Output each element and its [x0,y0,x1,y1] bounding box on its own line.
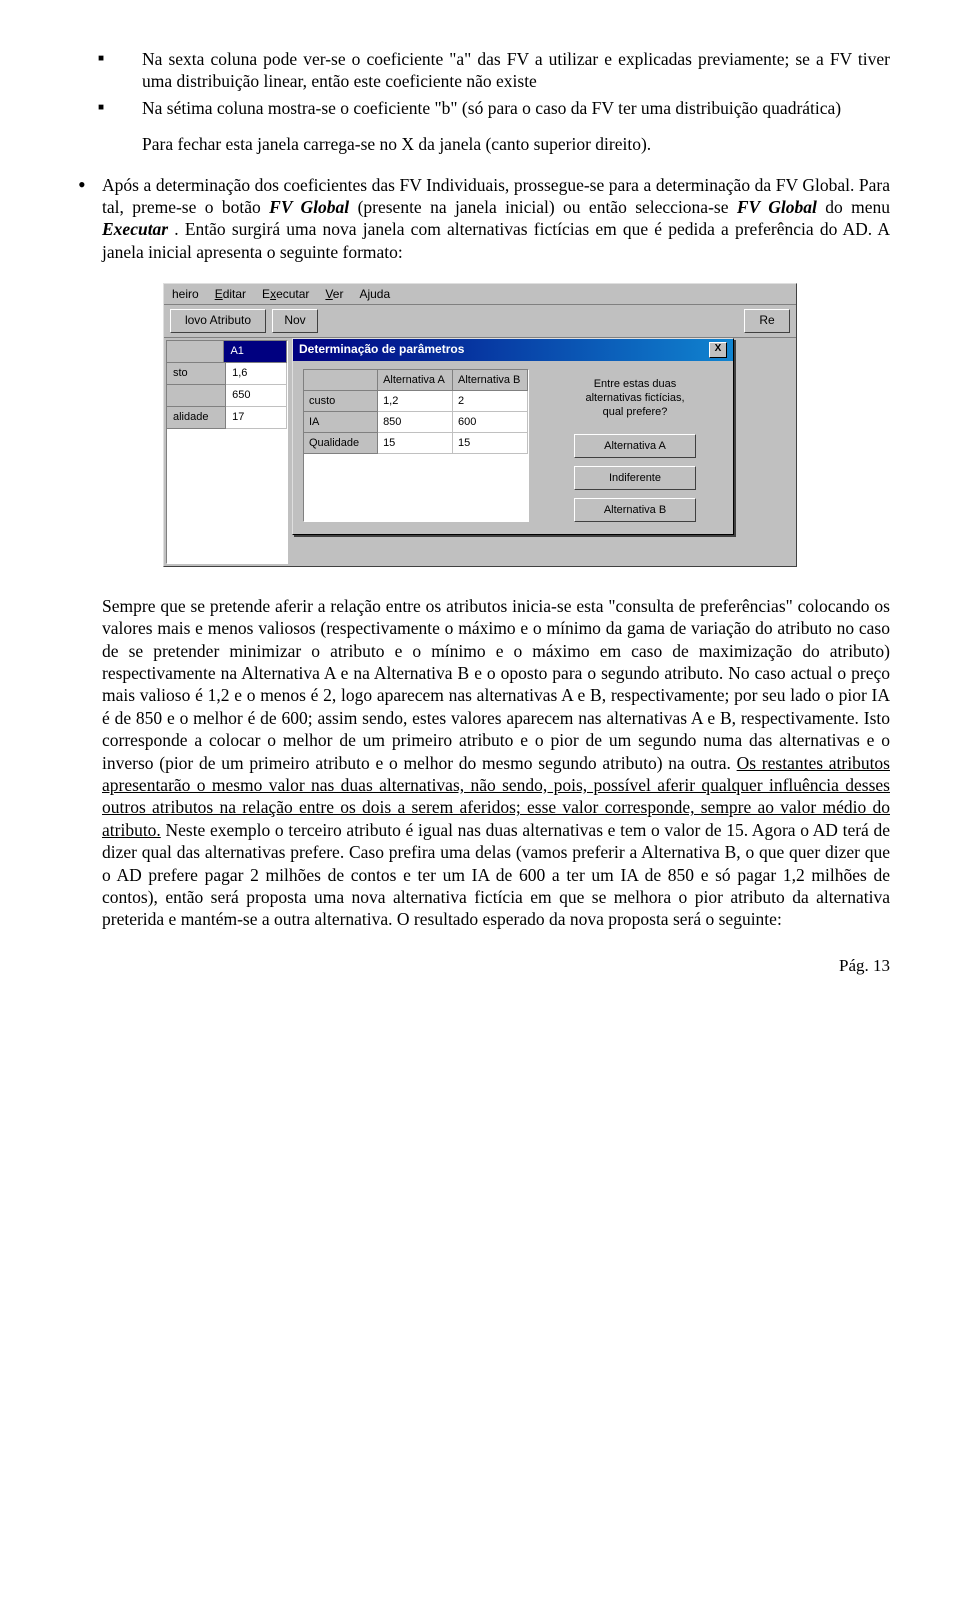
client-area: A1 sto 1,6 650 alidade 17 Determinação d… [164,338,796,566]
text-segment: Sempre que se pretende aferir a relação … [102,596,890,773]
menu-ajuda[interactable]: Ajuda [359,287,390,302]
row-header: IA [304,412,378,433]
text-segment: . Então surgirá uma nova janela com alte… [102,219,890,261]
grid-cell[interactable]: 17 [226,407,287,429]
fv-global-term: FV Global [269,197,349,217]
menu-bar: heiro Editar Executar Ver Ajuda [164,284,796,305]
grid-col-header[interactable]: A1 [224,341,287,363]
grid-cell[interactable]: 600 [453,412,528,433]
menu-executar[interactable]: Executar [262,287,309,302]
grid-cell[interactable]: 650 [226,385,287,407]
novo-atributo-button[interactable]: lovo Atributo [170,309,266,332]
background-grid[interactable]: A1 sto 1,6 650 alidade 17 [166,340,288,564]
grid-cell[interactable]: 15 [378,433,453,454]
bullet-item: Na sétima coluna mostra-se o coeficiente… [142,97,890,119]
dialog-right-pane: Entre estas duas alternativas fictícias,… [547,369,723,522]
toolbar: lovo Atributo Nov Re [164,305,796,337]
grid-corner [304,370,378,391]
closing-instruction: Para fechar esta janela carrega-se no X … [142,133,890,155]
grid-row-header: alidade [167,407,226,429]
fv-global-term: FV Global [737,197,817,217]
re-button[interactable]: Re [744,309,790,332]
bullet-item: Na sexta coluna pode ver-se o coeficient… [142,48,890,93]
menu-ficheiro[interactable]: heiro [172,287,199,302]
menu-ver[interactable]: Ver [325,287,343,302]
page-number: Pág. 13 [70,955,890,977]
col-alt-a-header: Alternativa A [378,370,453,391]
col-alt-b-header: Alternativa B [453,370,528,391]
close-icon[interactable]: X [709,342,727,358]
text-segment: (presente na janela inicial) ou então se… [358,197,737,217]
grid-cell[interactable]: 2 [453,391,528,412]
dialog-title: Determinação de parâmetros [299,342,464,357]
grid-cell[interactable]: 850 [378,412,453,433]
alternativa-a-button[interactable]: Alternativa A [574,434,696,458]
text-segment: Neste exemplo o terceiro atributo é igua… [102,820,890,930]
grid-cell[interactable]: 15 [453,433,528,454]
app-window: heiro Editar Executar Ver Ajuda lovo Atr… [163,283,797,567]
grid-cell[interactable]: 1,2 [378,391,453,412]
menu-editar[interactable]: Editar [215,287,246,302]
square-bullet-list: Na sexta coluna pode ver-se o coeficient… [70,48,890,119]
param-dialog: Determinação de parâmetros X Alternativa… [292,338,734,535]
nov-button[interactable]: Nov [272,309,318,332]
grid-row-header [167,385,226,407]
dialog-titlebar[interactable]: Determinação de parâmetros X [293,339,733,361]
screenshot-figure: heiro Editar Executar Ver Ajuda lovo Atr… [70,283,890,567]
dot-paragraph: Após a determinação dos coeficientes das… [102,174,890,264]
alternativa-b-button[interactable]: Alternativa B [574,498,696,522]
indiferente-button[interactable]: Indiferente [574,466,696,490]
body-paragraph: Sempre que se pretende aferir a relação … [102,595,890,931]
prompt-text: Entre estas duas alternativas fictícias,… [585,377,684,420]
row-header: custo [304,391,378,412]
executar-term: Executar [102,219,168,239]
grid-corner [167,341,224,363]
text-segment: do menu [825,197,890,217]
row-header: Qualidade [304,433,378,454]
dialog-body: Alternativa A Alternativa B custo 1,2 2 … [293,361,733,534]
grid-row-header: sto [167,363,226,385]
grid-cell[interactable]: 1,6 [226,363,287,385]
alternatives-grid[interactable]: Alternativa A Alternativa B custo 1,2 2 … [303,369,529,522]
